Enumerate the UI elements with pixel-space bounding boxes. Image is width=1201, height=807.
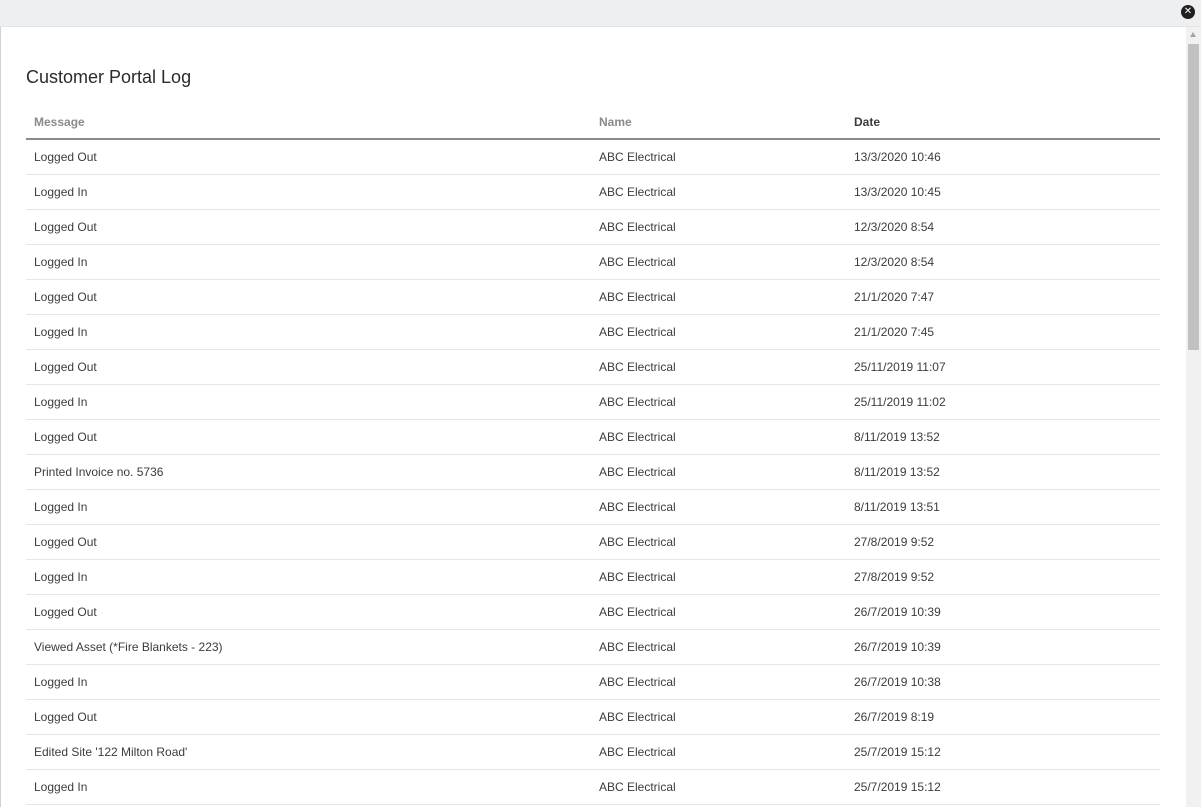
cell-name: ABC Electrical — [591, 139, 846, 175]
vertical-scrollbar[interactable] — [1186, 27, 1201, 807]
cell-date: 25/7/2019 15:12 — [846, 734, 1160, 770]
cell-date: 8/11/2019 13:52 — [846, 454, 1160, 490]
cell-name: ABC Electrical — [591, 699, 846, 735]
cell-message: Logged In — [26, 314, 591, 350]
table-row[interactable]: Logged Out ABC Electrical 12/3/2020 8:54 — [26, 209, 1160, 245]
column-header-message[interactable]: Message — [26, 105, 591, 140]
cell-name: ABC Electrical — [591, 349, 846, 385]
cell-message: Logged In — [26, 384, 591, 420]
cell-message: Logged Out — [26, 349, 591, 385]
cell-date: 26/7/2019 10:39 — [846, 629, 1160, 665]
table-row[interactable]: Logged Out ABC Electrical 13/3/2020 10:46 — [26, 139, 1160, 175]
cell-date: 13/3/2020 10:46 — [846, 139, 1160, 175]
cell-message: Logged Out — [26, 594, 591, 630]
cell-name: ABC Electrical — [591, 174, 846, 210]
cell-name: ABC Electrical — [591, 384, 846, 420]
column-header-name[interactable]: Name — [591, 105, 846, 140]
table-row[interactable]: Logged In ABC Electrical 27/8/2019 9:52 — [26, 559, 1160, 595]
table-header-row: Message Name Date — [26, 105, 1160, 140]
cell-message: Logged Out — [26, 139, 591, 175]
cell-name: ABC Electrical — [591, 209, 846, 245]
cell-name: ABC Electrical — [591, 629, 846, 665]
cell-name: ABC Electrical — [591, 419, 846, 455]
scrollbar-thumb[interactable] — [1188, 44, 1199, 350]
cell-date: 21/1/2020 7:47 — [846, 279, 1160, 315]
cell-date: 27/8/2019 9:52 — [846, 559, 1160, 595]
table-row[interactable]: Logged In ABC Electrical 13/3/2020 10:45 — [26, 174, 1160, 210]
page-title: Customer Portal Log — [26, 67, 192, 87]
cell-message: Logged Out — [26, 524, 591, 560]
modal-header-bar: ✕ — [0, 0, 1201, 27]
close-icon: ✕ — [1183, 6, 1193, 17]
cell-date: 8/11/2019 13:52 — [846, 419, 1160, 455]
table-row[interactable]: Viewed Asset (*Fire Blankets - 223) ABC E… — [26, 629, 1160, 665]
table-row[interactable]: Logged In ABC Electrical 26/7/2019 10:38 — [26, 664, 1160, 700]
cell-message: Logged Out — [26, 699, 591, 735]
portal-log-table: Message Name Date Logged Out ABC Electric… — [26, 105, 1160, 805]
cell-name: ABC Electrical — [591, 244, 846, 280]
cell-name: ABC Electrical — [591, 279, 846, 315]
table-row[interactable]: Edited Site '122 Milton Road' ABC Electri… — [26, 734, 1160, 770]
table-row[interactable]: Printed Invoice no. 5736 ABC Electrical 8/… — [26, 454, 1160, 490]
table-row[interactable]: Logged In ABC Electrical 25/11/2019 11:02 — [26, 384, 1160, 420]
cell-message: Logged In — [26, 489, 591, 525]
table-row[interactable]: Logged In ABC Electrical 12/3/2020 8:54 — [26, 244, 1160, 280]
cell-name: ABC Electrical — [591, 314, 846, 350]
cell-message: Printed Invoice no. 5736 — [26, 454, 591, 490]
cell-date: 8/11/2019 13:51 — [846, 489, 1160, 525]
table-row[interactable]: Logged In ABC Electrical 21/1/2020 7:45 — [26, 314, 1160, 350]
cell-date: 12/3/2020 8:54 — [846, 244, 1160, 280]
cell-message: Logged In — [26, 559, 591, 595]
table-row[interactable]: Logged Out ABC Electrical 27/8/2019 9:52 — [26, 524, 1160, 560]
table-row[interactable]: Logged Out ABC Electrical 8/11/2019 13:52 — [26, 419, 1160, 455]
cell-name: ABC Electrical — [591, 524, 846, 560]
table-body: Logged Out ABC Electrical 13/3/2020 10:46 L… — [26, 139, 1160, 805]
cell-name: ABC Electrical — [591, 559, 846, 595]
scroll-up-arrow-icon[interactable] — [1190, 32, 1196, 37]
cell-name: ABC Electrical — [591, 594, 846, 630]
cell-message: Logged In — [26, 664, 591, 700]
table-row[interactable]: Logged In ABC Electrical 25/7/2019 15:12 — [26, 769, 1160, 805]
cell-message: Logged Out — [26, 279, 591, 315]
table-row[interactable]: Logged Out ABC Electrical 21/1/2020 7:47 — [26, 279, 1160, 315]
cell-message: Logged In — [26, 769, 591, 805]
cell-date: 21/1/2020 7:45 — [846, 314, 1160, 350]
table-row[interactable]: Logged Out ABC Electrical 26/7/2019 10:39 — [26, 594, 1160, 630]
cell-date: 27/8/2019 9:52 — [846, 524, 1160, 560]
cell-message: Viewed Asset (*Fire Blankets - 223) — [26, 629, 591, 665]
cell-date: 26/7/2019 8:19 — [846, 699, 1160, 735]
column-header-date[interactable]: Date — [846, 105, 1160, 140]
cell-message: Logged In — [26, 174, 591, 210]
cell-message: Logged In — [26, 244, 591, 280]
cell-date: 12/3/2020 8:54 — [846, 209, 1160, 245]
cell-name: ABC Electrical — [591, 734, 846, 770]
cell-name: ABC Electrical — [591, 664, 846, 700]
cell-date: 13/3/2020 10:45 — [846, 174, 1160, 210]
cell-message: Logged Out — [26, 419, 591, 455]
cell-date: 26/7/2019 10:39 — [846, 594, 1160, 630]
cell-name: ABC Electrical — [591, 454, 846, 490]
cell-date: 25/7/2019 15:12 — [846, 769, 1160, 805]
close-button[interactable]: ✕ — [1181, 5, 1195, 19]
cell-date: 26/7/2019 10:38 — [846, 664, 1160, 700]
cell-name: ABC Electrical — [591, 769, 846, 805]
cell-date: 25/11/2019 11:07 — [846, 349, 1160, 385]
modal-content: Customer Portal Log Message Name Date Lo… — [1, 27, 1186, 807]
cell-message: Edited Site '122 Milton Road' — [26, 734, 591, 770]
table-row[interactable]: Logged Out ABC Electrical 25/11/2019 11:07 — [26, 349, 1160, 385]
cell-date: 25/11/2019 11:02 — [846, 384, 1160, 420]
table-row[interactable]: Logged In ABC Electrical 8/11/2019 13:51 — [26, 489, 1160, 525]
cell-name: ABC Electrical — [591, 489, 846, 525]
cell-message: Logged Out — [26, 209, 591, 245]
table-row[interactable]: Logged Out ABC Electrical 26/7/2019 8:19 — [26, 699, 1160, 735]
